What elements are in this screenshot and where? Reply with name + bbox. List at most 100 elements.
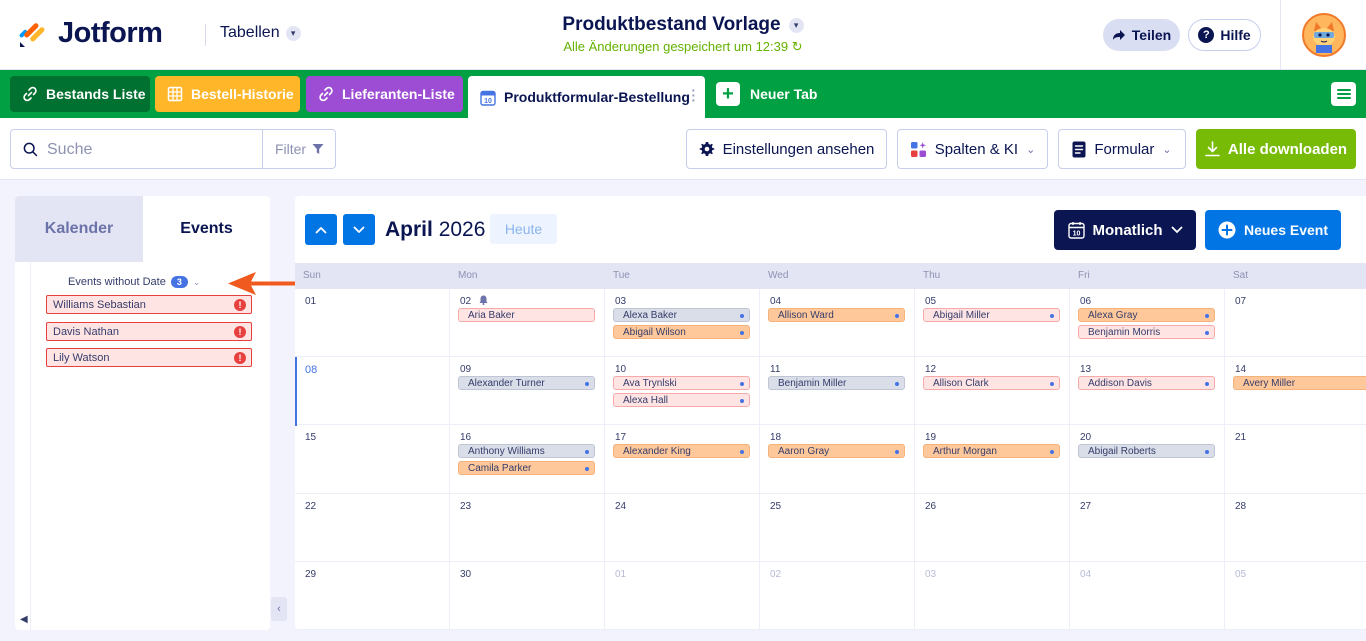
calendar-day-cell[interactable]: 03 (915, 561, 1070, 630)
calendar-day-cell[interactable]: 03 Alexa Baker Abigail Wilson (605, 289, 760, 358)
scroll-left-icon[interactable]: ◀ (20, 614, 28, 625)
previous-month-button[interactable] (305, 214, 337, 245)
calendar-event[interactable]: Abigail Miller (923, 308, 1060, 322)
sidebar-tab-events[interactable]: Events (143, 196, 270, 262)
calendar-day-cell[interactable]: 21 (1225, 425, 1366, 494)
events-without-date-toggle[interactable]: Events without Date 3 ⌄ (68, 276, 200, 288)
calendar-day-cell[interactable]: 28 (1225, 494, 1366, 562)
calendar-day-cell[interactable]: 01 (605, 561, 760, 630)
calendar-day-cell[interactable]: 05 (1225, 562, 1366, 630)
calendar-event[interactable]: Alexander Turner (458, 376, 595, 391)
calendar-day-cell[interactable]: 27 (1070, 493, 1225, 562)
next-month-button[interactable] (343, 214, 375, 245)
more-dots-icon[interactable]: · · · (691, 83, 696, 107)
help-button[interactable]: ? Hilfe (1188, 19, 1261, 51)
calendar-day-cell[interactable]: 01 (295, 289, 450, 358)
calendar-day-cell[interactable]: 17 Alexander King (605, 425, 760, 494)
calendar-day-cell[interactable]: 13 Addison Davis (1070, 357, 1225, 426)
tab-produktformular-bestellung[interactable]: 10 Produktformular-Bestellung · · · (468, 76, 705, 118)
header-divider (1280, 0, 1281, 70)
calendar-event[interactable]: Anthony Williams (458, 444, 595, 459)
calendar-day-cell[interactable]: 23 (450, 493, 605, 562)
tab-bestands-liste[interactable]: Bestands Liste (10, 76, 150, 112)
calendar-event[interactable]: Allison Ward (768, 308, 905, 322)
logo-text: Jotform (58, 16, 163, 49)
today-button[interactable]: Heute (490, 214, 557, 244)
calendar-day-cell[interactable]: 20 Abigail Roberts (1070, 425, 1225, 494)
user-avatar[interactable] (1302, 13, 1346, 57)
undated-event-name: Williams Sebastian (53, 298, 146, 311)
calendar-event[interactable]: Abigail Roberts (1078, 444, 1215, 459)
calendar-day-cell[interactable]: 02 Aria Baker (450, 289, 605, 358)
share-button[interactable]: Teilen (1103, 19, 1180, 51)
calendar-day-cell[interactable]: 15 (295, 425, 450, 494)
event-dot-icon (895, 450, 899, 455)
calendar-day-cell[interactable]: 05 Abigail Miller (915, 289, 1070, 358)
calendar-day-cell[interactable]: 11 Benjamin Miller (760, 357, 915, 426)
calendar-event[interactable]: Aria Baker (458, 308, 595, 322)
tab-menu-button[interactable] (1331, 82, 1356, 106)
calendar-event[interactable]: Avery Miller (1233, 376, 1366, 391)
calendar-day-cell[interactable]: 25 (760, 493, 915, 562)
calendar-event[interactable]: Alexa Gray (1078, 308, 1215, 322)
calendar-event[interactable]: Alexa Baker (613, 308, 750, 322)
plus-icon: + (716, 82, 740, 106)
new-event-button[interactable]: Neues Event (1205, 210, 1341, 250)
warning-icon: ! (234, 326, 246, 338)
calendar-event[interactable]: Benjamin Morris (1078, 325, 1215, 339)
sidebar-collapse-button[interactable]: ‹ (271, 597, 287, 621)
calendar-day-cell[interactable]: 06 Alexa Gray Benjamin Morris (1070, 289, 1225, 358)
new-tab-button[interactable]: + Neuer Tab (716, 82, 817, 106)
calendar-day-cell[interactable]: 02 (760, 561, 915, 630)
form-button[interactable]: Formular ⌄ (1058, 129, 1186, 169)
calendar-event[interactable]: Abigail Wilson (613, 325, 750, 339)
undated-event-item[interactable]: Davis Nathan ! (46, 322, 252, 341)
calendar-day-cell[interactable]: 12 Allison Clark (915, 357, 1070, 426)
calendar-day-cell[interactable]: 18 Aaron Gray (760, 425, 915, 494)
day-number: 26 (925, 500, 937, 512)
calendar-day-cell[interactable]: 08 (295, 357, 450, 426)
calendar-icon: 10 (480, 90, 496, 106)
columns-ai-button[interactable]: Spalten & KI ⌄ (897, 129, 1048, 169)
document-title[interactable]: Produktbestand Vorlage ▾ (562, 14, 804, 36)
undated-event-item[interactable]: Lily Watson ! (46, 348, 252, 367)
event-name: Abigail Wilson (623, 327, 686, 338)
calendar-day-cell[interactable]: 14 Avery Miller (1225, 357, 1366, 426)
calendar-day-cell[interactable]: 04 (1070, 561, 1225, 630)
calendar-event[interactable]: Addison Davis (1078, 376, 1215, 391)
calendar-event[interactable]: Arthur Morgan (923, 444, 1060, 459)
download-all-button[interactable]: Alle downloaden (1196, 129, 1356, 169)
section-switcher[interactable]: Tabellen ▾ (220, 24, 301, 42)
cat-avatar-icon (1313, 22, 1335, 53)
calendar-day-cell[interactable]: 19 Arthur Morgan (915, 425, 1070, 494)
sidebar-tab-calendar-label: Kalender (44, 220, 114, 237)
calendar-day-cell[interactable]: 22 (295, 493, 450, 562)
calendar-day-cell[interactable]: 26 (915, 493, 1070, 562)
calendar-event[interactable]: Ava Trynlski (613, 376, 750, 391)
calendar-day-cell[interactable]: 16 Anthony Williams Camila Parker (450, 425, 605, 494)
tab-label: Produktformular-Bestellung (504, 89, 690, 105)
undated-event-item[interactable]: Williams Sebastian ! (46, 295, 252, 314)
sidebar-tab-calendar[interactable]: Kalender (15, 196, 143, 262)
calendar-event[interactable]: Alexander King (613, 444, 750, 459)
settings-button[interactable]: Einstellungen ansehen (686, 129, 887, 169)
calendar-day-cell[interactable]: 10 Ava Trynlski Alexa Hall (605, 357, 760, 426)
calendar-event[interactable]: Allison Clark (923, 376, 1060, 391)
tab-lieferanten-liste[interactable]: Lieferanten-Liste (306, 76, 463, 112)
calendar-day-cell[interactable]: 04 Allison Ward (760, 289, 915, 358)
calendar-event[interactable]: Alexa Hall (613, 393, 750, 408)
calendar-day-cell[interactable]: 30 (450, 561, 605, 630)
calendar-day-cell[interactable]: 07 (1225, 289, 1366, 358)
calendar-event[interactable]: Aaron Gray (768, 444, 905, 459)
calendar-day-cell[interactable]: 09 Alexander Turner (450, 357, 605, 426)
calendar-event[interactable]: Benjamin Miller (768, 376, 905, 391)
jotform-logo[interactable]: Jotform (18, 16, 163, 50)
settings-label: Einstellungen ansehen (722, 140, 875, 158)
tab-bestell-historie[interactable]: Bestell-Historie (155, 76, 300, 112)
view-mode-dropdown[interactable]: 10 Monatlich (1054, 210, 1196, 250)
calendar-day-cell[interactable]: 29 (295, 561, 450, 630)
calendar-event[interactable]: Camila Parker (458, 461, 595, 476)
filter-button[interactable]: Filter (262, 130, 336, 168)
calendar-day-cell[interactable]: 24 (605, 493, 760, 562)
search-input[interactable] (47, 138, 257, 162)
